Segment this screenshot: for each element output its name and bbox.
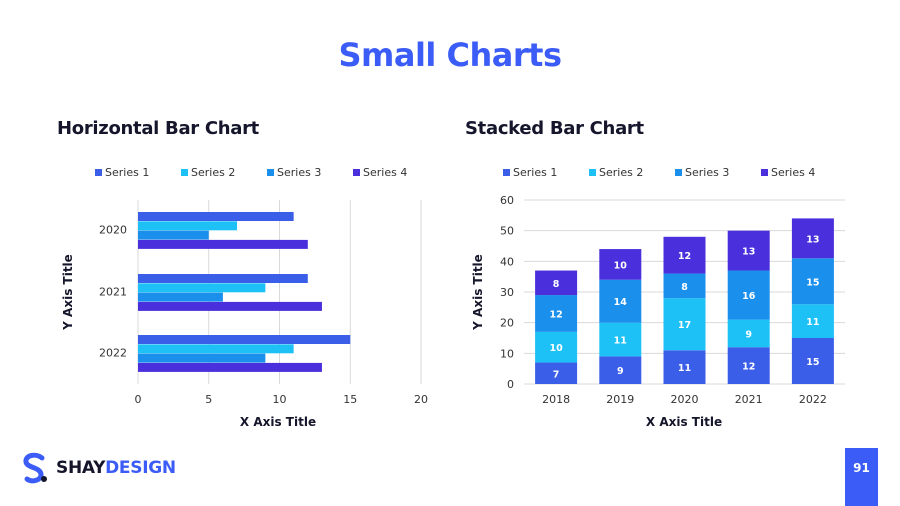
y-tick-label: 2021 — [99, 286, 127, 299]
data-label: 14 — [614, 297, 628, 308]
legend-swatch — [675, 169, 682, 176]
data-label: 7 — [553, 369, 560, 380]
data-label: 12 — [678, 251, 691, 262]
y-tick-label: 30 — [500, 286, 514, 299]
bar — [138, 283, 266, 293]
x-tick-label: 2018 — [542, 393, 570, 406]
legend-swatch — [589, 169, 596, 176]
data-label: 13 — [742, 247, 755, 258]
legend-label: Series 2 — [599, 166, 643, 179]
logo-mark-icon — [23, 452, 47, 484]
data-label: 9 — [617, 366, 624, 377]
data-label: 11 — [678, 363, 691, 374]
data-label: 17 — [678, 320, 691, 331]
bar — [138, 335, 351, 344]
y-tick-label: 2022 — [99, 347, 127, 360]
y-tick-label: 50 — [500, 225, 514, 238]
x-axis-title: X Axis Title — [240, 415, 316, 429]
bar — [138, 212, 294, 221]
data-label: 10 — [614, 260, 628, 271]
y-tick-label: 10 — [500, 347, 514, 360]
bar — [138, 344, 294, 354]
bar — [138, 353, 266, 363]
legend-label: Series 3 — [277, 166, 321, 179]
data-label: 12 — [549, 309, 562, 320]
legend-label: Series 1 — [513, 166, 557, 179]
y-tick-label: 2020 — [99, 224, 127, 237]
bar — [138, 362, 322, 372]
data-label: 11 — [614, 336, 627, 347]
y-axis-title: Y Axis Title — [471, 254, 485, 331]
data-label: 9 — [745, 329, 752, 340]
legend-swatch — [353, 169, 360, 176]
legend-label: Series 4 — [363, 166, 407, 179]
data-label: 13 — [806, 234, 819, 245]
legend-label: Series 4 — [771, 166, 815, 179]
x-tick-label: 2020 — [671, 393, 699, 406]
y-tick-label: 60 — [500, 194, 514, 207]
data-label: 11 — [806, 317, 819, 328]
bar — [138, 239, 308, 249]
x-axis-title: X Axis Title — [646, 415, 722, 429]
bar — [138, 230, 209, 240]
y-tick-label: 20 — [500, 317, 514, 330]
bar — [138, 301, 322, 311]
y-tick-label: 40 — [500, 255, 514, 268]
data-label: 16 — [742, 291, 756, 302]
page-number: 91 — [845, 448, 878, 506]
x-tick-label: 5 — [205, 393, 212, 406]
data-label: 10 — [549, 343, 563, 354]
y-axis-title: Y Axis Title — [61, 254, 75, 331]
legend-label: Series 3 — [685, 166, 729, 179]
legend-label: Series 2 — [191, 166, 235, 179]
legend-label: Series 1 — [105, 166, 149, 179]
bar — [138, 274, 308, 283]
x-tick-label: 2021 — [735, 393, 763, 406]
data-label: 8 — [681, 282, 688, 293]
y-tick-label: 0 — [507, 378, 514, 391]
x-tick-label: 20 — [414, 393, 428, 406]
brand-name: SHAYDESIGN — [56, 458, 176, 478]
legend-swatch — [95, 169, 102, 176]
x-tick-label: 15 — [343, 393, 357, 406]
x-tick-label: 2019 — [606, 393, 634, 406]
data-label: 15 — [806, 277, 819, 288]
bar — [138, 292, 223, 302]
x-tick-label: 2022 — [799, 393, 827, 406]
legend-swatch — [181, 169, 188, 176]
legend-swatch — [503, 169, 510, 176]
legend-swatch — [267, 169, 274, 176]
bar — [138, 221, 238, 231]
brand-name-part2: DESIGN — [105, 458, 176, 478]
data-label: 8 — [553, 279, 560, 290]
data-label: 15 — [806, 357, 819, 368]
charts-canvas: 0 5 10 15 20 Series 1 Series 2 Series 3 Series 4… — [61, 166, 845, 429]
brand-name-part1: SHAY — [56, 458, 106, 478]
brand-logo: SHAYDESIGN — [20, 452, 176, 484]
x-tick-label: 10 — [273, 393, 287, 406]
data-label: 12 — [742, 362, 755, 373]
legend-swatch — [761, 169, 768, 176]
x-tick-label: 0 — [135, 393, 142, 406]
